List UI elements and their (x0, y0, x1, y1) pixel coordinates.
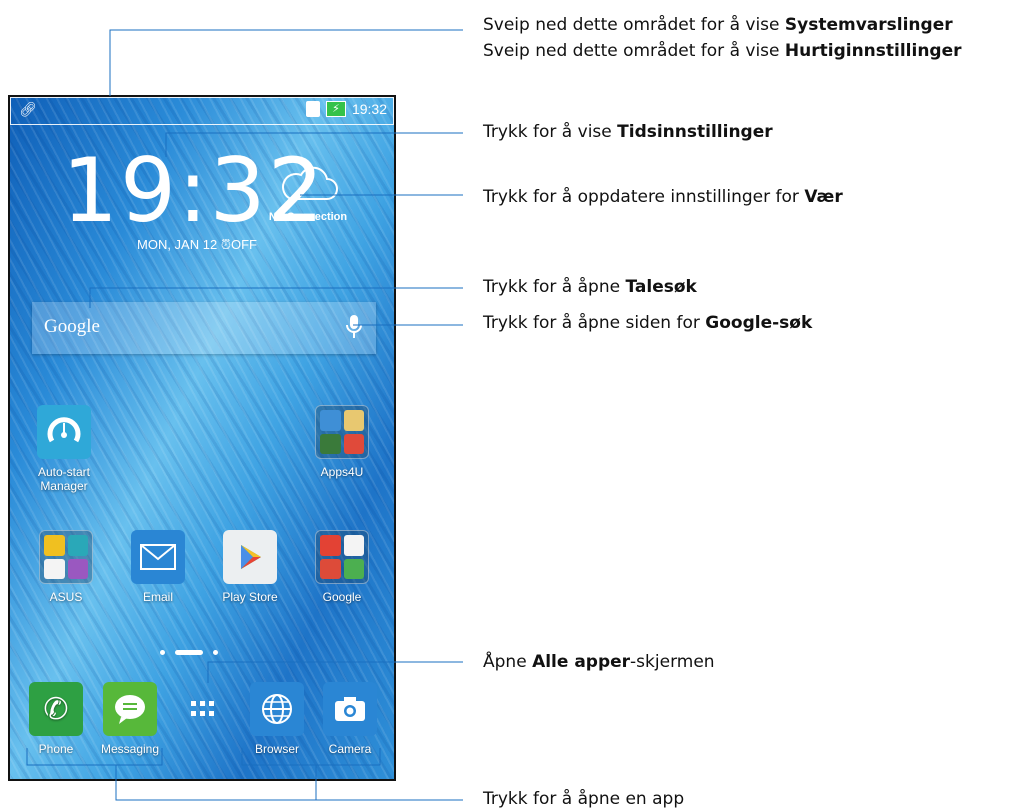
annotation-bold: Tidsinnstillinger (617, 122, 773, 142)
annotation-text: Åpne (483, 652, 533, 672)
annotation-bold: Talesøk (625, 277, 697, 297)
annotation-open-app: Trykk for å åpne en app (483, 789, 684, 809)
annotation-time-settings: Trykk for å vise Tidsinnstillinger (483, 122, 773, 142)
annotation-bold: Alle apper (532, 652, 631, 672)
annotation-text: Trykk for å åpne siden for (483, 313, 706, 333)
annotation-bold: Systemvarslinger (784, 15, 953, 35)
annotation-all-apps: Åpne Alle apper-skjermen (483, 652, 715, 672)
annotation-bold: Hurtiginnstillinger (784, 41, 962, 61)
annotation-weather: Trykk for å oppdatere innstillinger for … (483, 187, 843, 207)
annotation-bold: Google-søk (705, 313, 813, 333)
annotation-text: Trykk for å vise (483, 122, 618, 142)
annotation-voice-search: Trykk for å åpne Talesøk (483, 277, 697, 297)
annotation-text: Trykk for å åpne en app (483, 789, 685, 809)
annotation-notifications: Sveip ned dette området for å vise Syste… (483, 15, 953, 35)
annotation-text: Sveip ned dette området for å vise (483, 41, 785, 61)
annotation-text: -skjermen (630, 652, 715, 672)
annotation-quick-settings: Sveip ned dette området for å vise Hurti… (483, 41, 962, 61)
annotation-text: Sveip ned dette området for å vise (483, 15, 785, 35)
annotation-google-search: Trykk for å åpne siden for Google-søk (483, 313, 812, 333)
annotation-text: Trykk for å åpne (483, 277, 626, 297)
annotation-bold: Vær (804, 187, 843, 207)
annotation-text: Trykk for å oppdatere innstillinger for (483, 187, 805, 207)
